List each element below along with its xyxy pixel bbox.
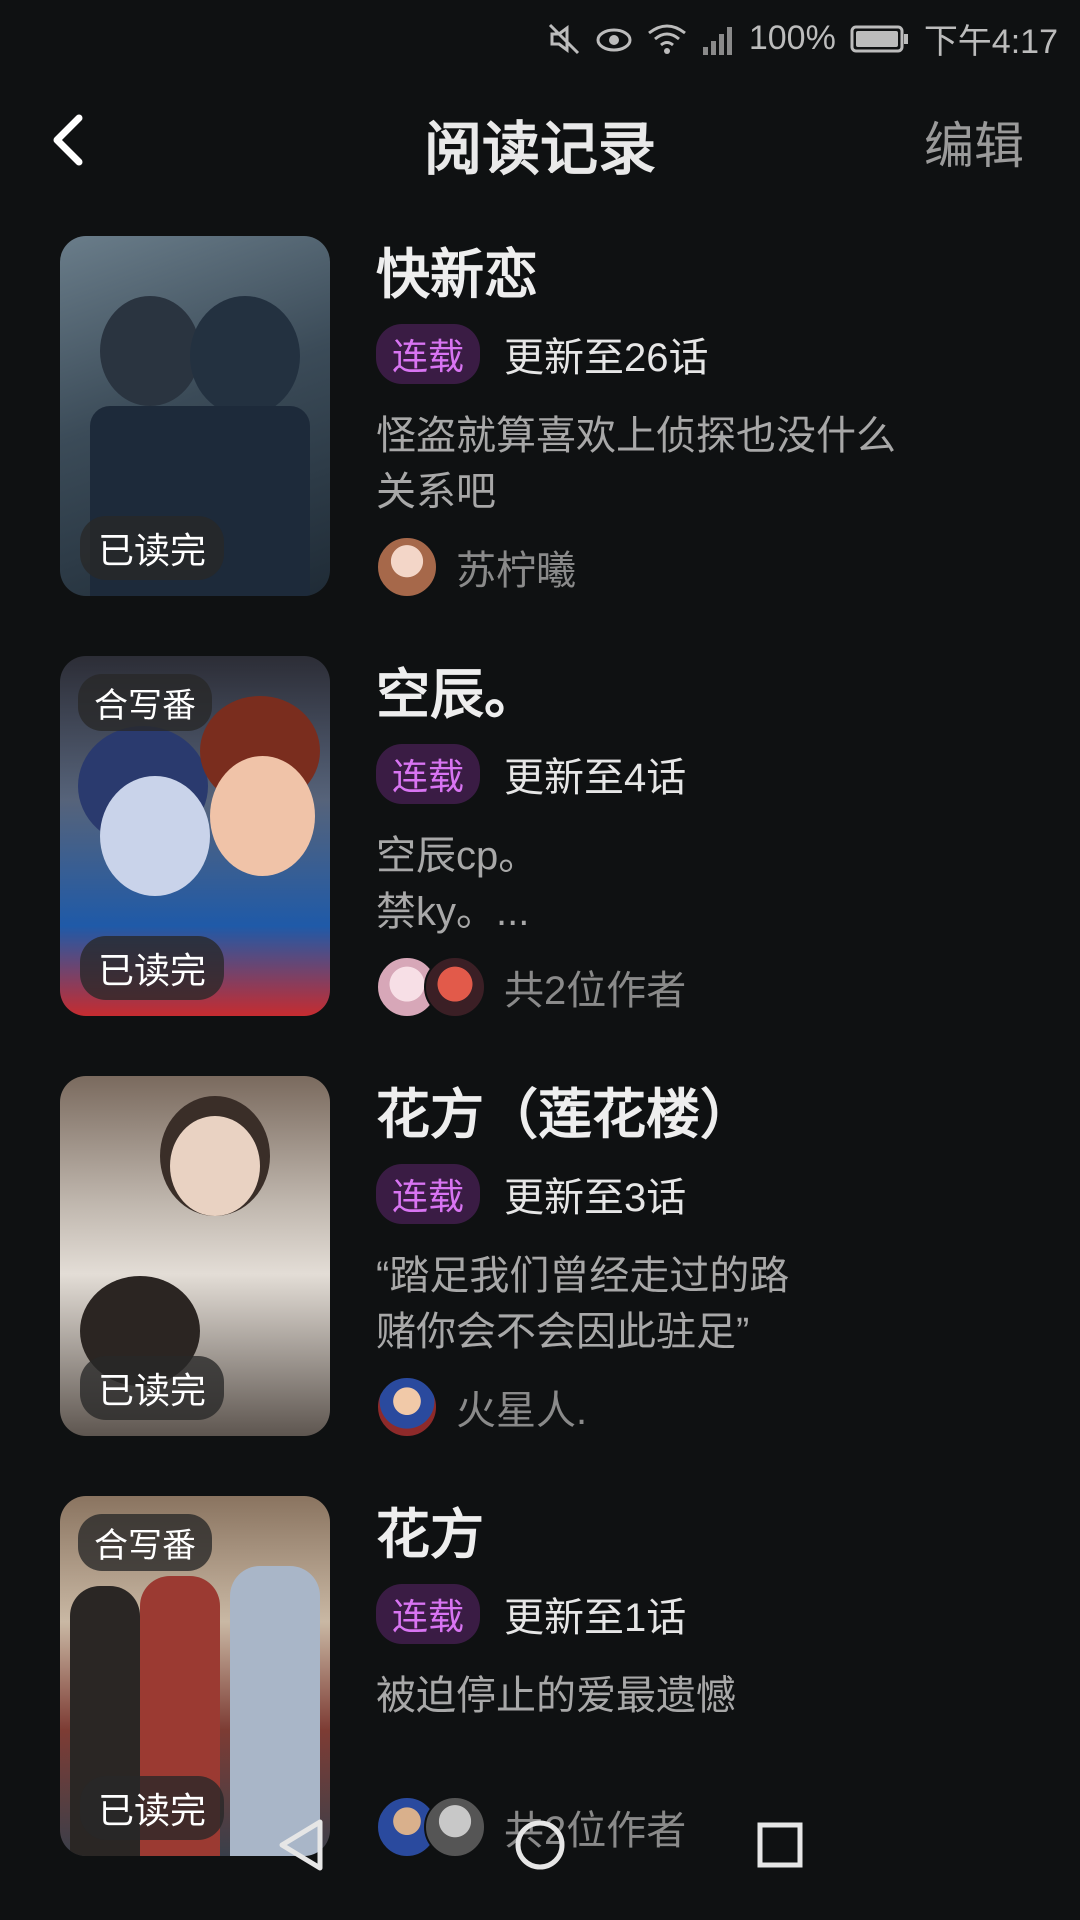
book-title[interactable]: 花方（莲花楼） bbox=[376, 1080, 1040, 1150]
edit-button[interactable]: 编辑 bbox=[924, 106, 1024, 178]
avatar bbox=[376, 1376, 438, 1438]
book-description: 怪盗就算喜欢上侦探也没什么 关系吧 bbox=[376, 414, 896, 514]
nav-recent-button[interactable] bbox=[745, 1810, 815, 1880]
signal-icon bbox=[702, 26, 732, 55]
header: 阅读记录 编辑 bbox=[0, 90, 1080, 190]
book-description: 空辰cp。 禁ky。... bbox=[376, 834, 539, 934]
author-name: 苏柠曦 bbox=[456, 549, 576, 593]
cover-image[interactable]: 已读完 bbox=[60, 1076, 330, 1436]
nav-recent-icon bbox=[757, 1822, 803, 1868]
mute-icon bbox=[548, 23, 579, 54]
author-name: 火星人. bbox=[456, 1389, 588, 1433]
wifi-icon bbox=[647, 24, 686, 54]
cover-image[interactable]: 合写番 已读完 bbox=[60, 656, 330, 1016]
nav-back-button[interactable] bbox=[266, 1810, 336, 1880]
update-progress: 更新至4话 bbox=[504, 756, 687, 800]
author-row[interactable]: 苏柠曦 bbox=[376, 536, 576, 598]
avatar bbox=[424, 956, 486, 1018]
read-complete-badge: 已读完 bbox=[80, 1356, 225, 1420]
co-writing-badge: 合写番 bbox=[78, 674, 212, 731]
co-writing-badge: 合写番 bbox=[78, 1514, 212, 1571]
author-row[interactable]: 共2位作者 bbox=[376, 956, 686, 1018]
update-progress: 更新至3话 bbox=[504, 1176, 687, 1220]
page-title: 阅读记录 bbox=[423, 117, 656, 182]
avatar bbox=[376, 536, 438, 598]
nav-home-icon bbox=[515, 1820, 565, 1870]
system-nav-bar bbox=[0, 1770, 1080, 1920]
eye-comfort-icon bbox=[596, 28, 632, 51]
book-title[interactable]: 空辰。 bbox=[376, 660, 1040, 730]
book-title[interactable]: 花方 bbox=[376, 1500, 1040, 1570]
serial-status-tag: 连载 bbox=[376, 744, 481, 804]
list-item[interactable]: 已读完 花方（莲花楼） 连载 更新至3话 “踏足我们曾经走过的路 赌你会不会因此… bbox=[0, 1076, 1080, 1496]
reading-history-list: 已读完 快新恋 连载 更新至26话 怪盗就算喜欢上侦探也没什么 关系吧 苏柠曦 … bbox=[0, 236, 1080, 1916]
book-title[interactable]: 快新恋 bbox=[376, 240, 1040, 310]
serial-status-tag: 连载 bbox=[376, 324, 481, 384]
list-item[interactable]: 合写番 已读完 空辰。 连载 更新至4话 空辰cp。 禁ky。... 共2位作者 bbox=[0, 656, 1080, 1076]
cover-image[interactable]: 已读完 bbox=[60, 236, 330, 596]
serial-status-tag: 连载 bbox=[376, 1584, 481, 1644]
update-progress: 更新至1话 bbox=[504, 1596, 687, 1640]
book-description: 被迫停止的爱最遗憾 bbox=[376, 1674, 736, 1718]
status-bar: 100% 下午4:17 bbox=[0, 0, 1080, 72]
book-description: “踏足我们曾经走过的路 赌你会不会因此驻足” bbox=[376, 1254, 790, 1354]
author-row[interactable]: 火星人. bbox=[376, 1376, 587, 1438]
nav-home-button[interactable] bbox=[505, 1810, 575, 1880]
author-name: 共2位作者 bbox=[504, 969, 687, 1013]
battery-icon bbox=[850, 25, 908, 52]
nav-back-icon bbox=[279, 1819, 323, 1871]
update-progress: 更新至26话 bbox=[504, 336, 709, 380]
read-complete-badge: 已读完 bbox=[80, 936, 225, 1000]
serial-status-tag: 连载 bbox=[376, 1164, 481, 1224]
read-complete-badge: 已读完 bbox=[80, 516, 225, 580]
battery-percent: 100% bbox=[748, 19, 836, 57]
list-item[interactable]: 已读完 快新恋 连载 更新至26话 怪盗就算喜欢上侦探也没什么 关系吧 苏柠曦 bbox=[0, 236, 1080, 656]
clock: 下午4:17 bbox=[923, 23, 1058, 61]
